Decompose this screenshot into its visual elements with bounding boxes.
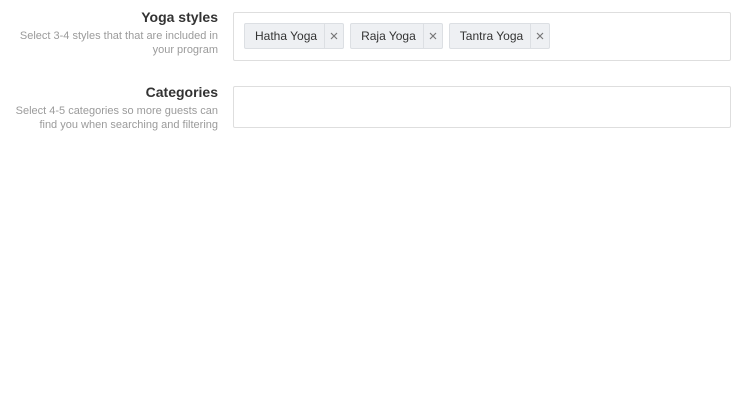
close-icon[interactable] [422, 24, 442, 48]
yoga-styles-help-line-2: your program [152, 44, 218, 56]
tag-label: Tantra Yoga [459, 29, 524, 43]
yoga-styles-title: Yoga styles [141, 9, 218, 25]
tag-raja-yoga: Raja Yoga [350, 23, 443, 49]
close-icon[interactable] [530, 24, 549, 48]
categories-help-line-2: find you when searching and filtering [39, 119, 218, 131]
yoga-styles-row: Yoga styles Select 3-4 styles that that … [0, 0, 746, 70]
yoga-styles-help: Select 3-4 styles that that are included… [0, 29, 218, 57]
tag-label: Hatha Yoga [255, 29, 318, 43]
close-icon[interactable] [324, 24, 343, 48]
categories-help: Select 4-5 categories so more guests can… [0, 104, 218, 132]
categories-title: Categories [145, 84, 218, 100]
tag-hatha-yoga: Hatha Yoga [244, 23, 345, 49]
yoga-styles-tag-list: Hatha Yoga Raja Yoga Tantra Yoga [244, 23, 551, 49]
categories-label-block: Categories Select 4-5 categories so more… [0, 83, 218, 132]
yoga-styles-input[interactable]: Hatha Yoga Raja Yoga Tantra Yoga [233, 12, 731, 61]
tag-label: Raja Yoga [361, 29, 416, 43]
tag-tantra-yoga: Tantra Yoga [448, 23, 551, 49]
yoga-styles-help-line-1: Select 3-4 styles that that are included… [19, 30, 218, 42]
categories-help-line-1: Select 4-5 categories so more guests can [15, 105, 218, 117]
categories-input[interactable] [233, 86, 731, 128]
categories-row: Categories Select 4-5 categories so more… [0, 75, 746, 145]
yoga-styles-label-block: Yoga styles Select 3-4 styles that that … [0, 8, 218, 57]
